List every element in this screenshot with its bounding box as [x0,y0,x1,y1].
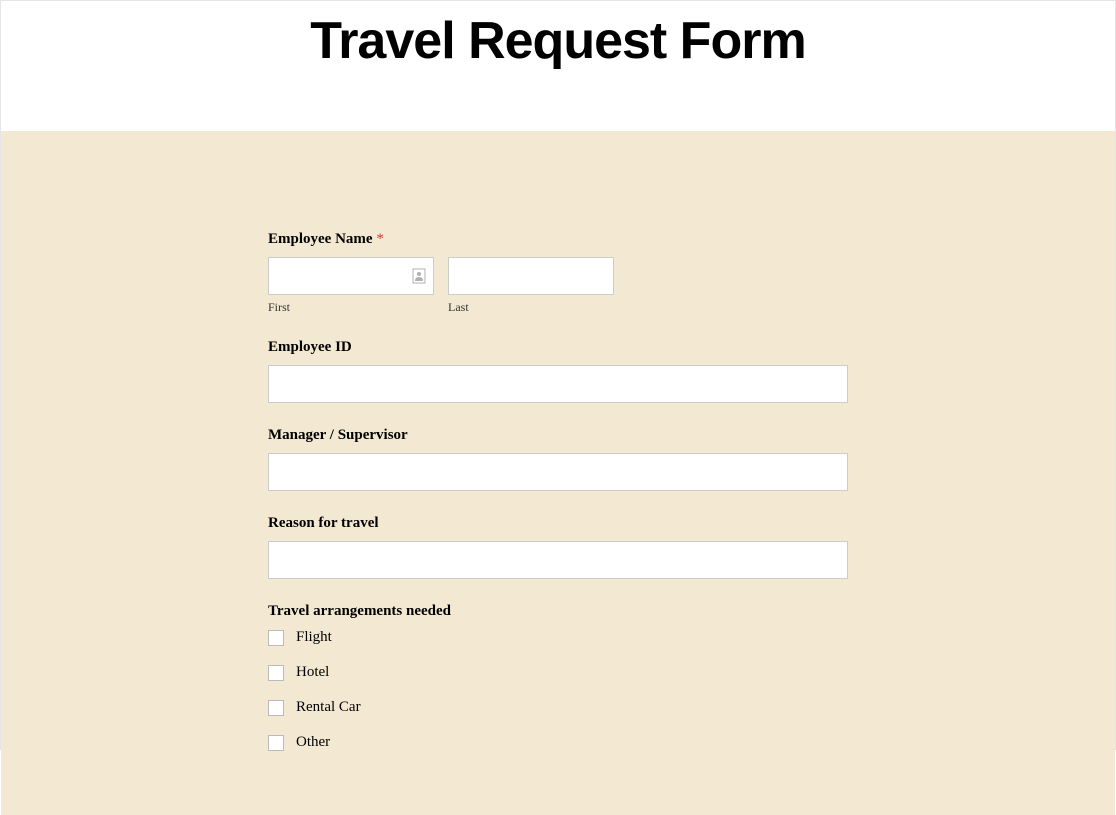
last-name-input[interactable] [448,257,614,295]
last-name-sublabel: Last [448,300,614,315]
employee-id-group: Employee ID [268,339,848,403]
form-section: Employee Name * First [1,131,1115,815]
first-name-input[interactable] [268,257,434,295]
form-container: Employee Name * First [268,231,848,751]
employee-name-group: Employee Name * First [268,231,848,315]
manager-label: Manager / Supervisor [268,427,848,444]
checkbox-flight-label[interactable]: Flight [296,629,332,646]
checkbox-row-rental-car: Rental Car [268,699,848,716]
arrangements-label: Travel arrangements needed [268,603,848,620]
last-name-col: Last [448,257,614,315]
reason-group: Reason for travel [268,515,848,579]
arrangements-group: Travel arrangements needed Flight Hotel … [268,603,848,751]
checkbox-hotel[interactable] [268,665,284,681]
contact-card-icon [412,268,426,284]
employee-id-label: Employee ID [268,339,848,356]
required-asterisk: * [376,231,384,247]
page-title: Travel Request Form [1,11,1115,71]
reason-input[interactable] [268,541,848,579]
first-name-sublabel: First [268,300,434,315]
manager-group: Manager / Supervisor [268,427,848,491]
checkbox-hotel-label[interactable]: Hotel [296,664,329,681]
checkbox-other-label[interactable]: Other [296,734,330,751]
header-section: Travel Request Form [1,1,1115,131]
checkbox-flight[interactable] [268,630,284,646]
checkbox-row-flight: Flight [268,629,848,646]
checkbox-rental-car-label[interactable]: Rental Car [296,699,361,716]
name-row: First Last [268,257,848,315]
checkbox-other[interactable] [268,735,284,751]
first-name-col: First [268,257,434,315]
checkbox-rental-car[interactable] [268,700,284,716]
first-name-wrapper [268,257,434,295]
checkbox-group: Flight Hotel Rental Car Other [268,629,848,751]
employee-id-input[interactable] [268,365,848,403]
employee-name-label: Employee Name * [268,231,848,248]
employee-name-label-text: Employee Name [268,231,373,247]
checkbox-row-other: Other [268,734,848,751]
reason-label: Reason for travel [268,515,848,532]
checkbox-row-hotel: Hotel [268,664,848,681]
manager-input[interactable] [268,453,848,491]
